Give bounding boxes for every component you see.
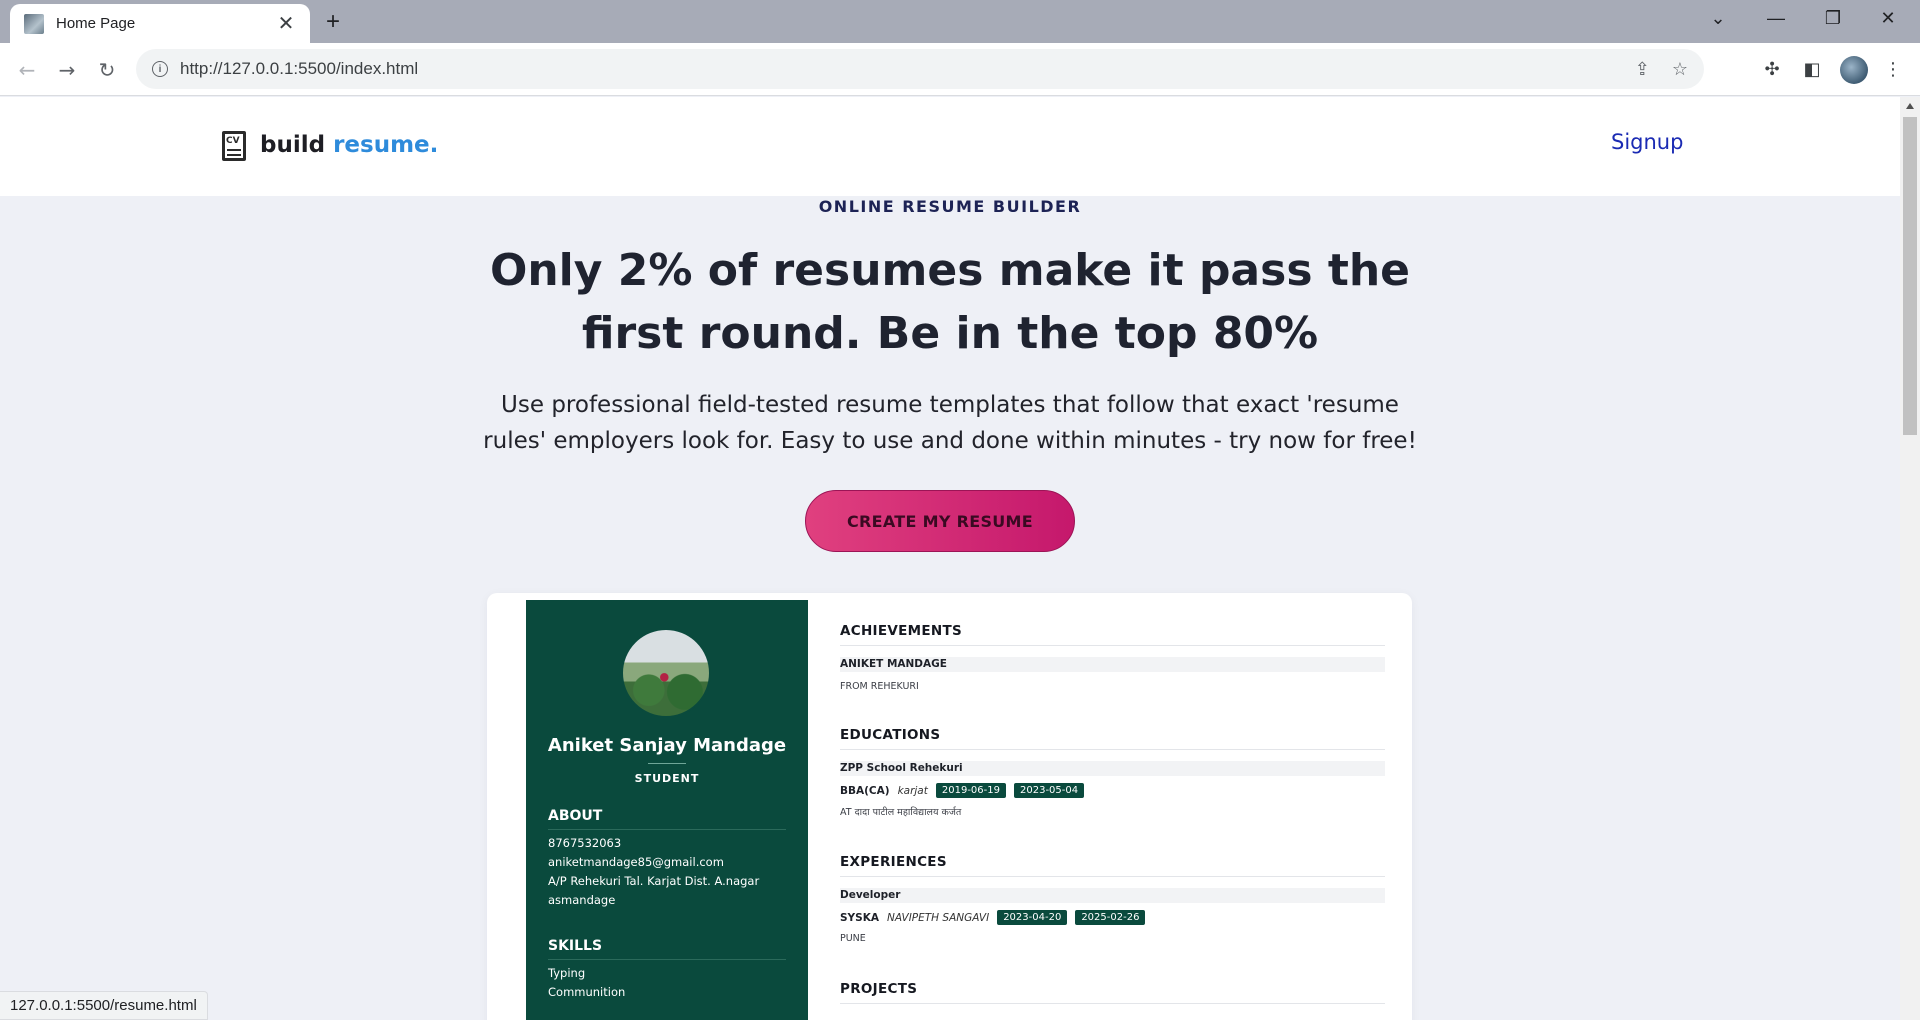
site-info-icon[interactable]: i xyxy=(152,61,168,77)
tab-search-icon[interactable]: ⌄ xyxy=(1703,6,1733,30)
section-divider xyxy=(840,876,1385,877)
profile-avatar[interactable] xyxy=(1840,56,1868,84)
education-degree: BBA(CA) xyxy=(840,784,890,797)
address-bar-url[interactable]: http://127.0.0.1:5500/index.html xyxy=(180,59,1613,79)
experience-end-date: 2025-02-26 xyxy=(1075,910,1146,925)
page-scrollbar[interactable] xyxy=(1900,97,1920,1020)
about-divider xyxy=(548,829,786,830)
tab-title: Home Page xyxy=(56,15,136,32)
experience-line: SYSKA NAVIPETH SANGAVI 2023-04-20 2025-0… xyxy=(840,910,1146,925)
link-status-bubble: 127.0.0.1:5500/resume.html xyxy=(0,991,208,1020)
logo-accent: resume. xyxy=(333,132,439,158)
close-tab-icon[interactable]: ✕ xyxy=(276,14,296,34)
educations-heading: EDUCATIONS xyxy=(840,727,941,743)
forward-icon[interactable]: → xyxy=(52,55,82,85)
achievement-title: ANIKET MANDAGE xyxy=(840,657,1385,672)
resume-role: STUDENT xyxy=(634,772,700,785)
menu-dots-icon[interactable]: ⋮ xyxy=(1880,57,1906,83)
cv-document-icon: CV xyxy=(220,129,250,161)
about-heading: ABOUT xyxy=(548,808,603,824)
restore-icon[interactable]: ❐ xyxy=(1818,6,1848,30)
hero-eyebrow: ONLINE RESUME BUILDER xyxy=(818,197,1082,216)
experiences-heading: EXPERIENCES xyxy=(840,854,947,870)
resume-photo xyxy=(621,628,711,718)
scroll-up-icon[interactable] xyxy=(1906,103,1914,109)
experience-company: SYSKA xyxy=(840,911,879,924)
skills-divider xyxy=(548,959,786,960)
about-email: aniketmandage85@gmail.com xyxy=(548,855,724,869)
site-logo[interactable]: CV build resume. xyxy=(220,129,438,161)
experience-detail: PUNE xyxy=(840,933,866,944)
new-tab-button[interactable]: + xyxy=(326,10,340,34)
experience-title: Developer xyxy=(840,888,1385,903)
hero-title: Only 2% of resumes make it pass the firs… xyxy=(489,245,1411,359)
favicon-icon xyxy=(24,13,44,34)
create-resume-button[interactable]: CREATE MY RESUME xyxy=(805,490,1075,552)
about-address: A/P Rehekuri Tal. Karjat Dist. A.nagar xyxy=(548,874,760,888)
window-close-icon[interactable]: ✕ xyxy=(1873,6,1903,30)
skills-heading: SKILLS xyxy=(548,938,603,954)
education-place: karjat xyxy=(897,784,928,797)
side-panel-icon[interactable]: ◧ xyxy=(1799,57,1825,83)
education-end-date: 2023-05-04 xyxy=(1014,783,1085,798)
education-school: ZPP School Rehekuri xyxy=(840,761,1385,776)
address-bar[interactable]: i http://127.0.0.1:5500/index.html ⇪ ☆ xyxy=(136,49,1704,89)
logo-text: build resume. xyxy=(260,132,438,158)
section-divider xyxy=(840,645,1385,646)
experience-place: NAVIPETH SANGAVI xyxy=(887,911,990,924)
site-header: CV build resume. Signup xyxy=(0,97,1900,196)
browser-toolbar: ← → ↻ i http://127.0.0.1:5500/index.html… xyxy=(0,43,1920,96)
education-line: BBA(CA) karjat 2019-06-19 2023-05-04 xyxy=(840,783,1085,798)
resume-preview[interactable]: Aniket Sanjay Mandage STUDENT ABOUT 8767… xyxy=(487,593,1412,1020)
achievement-detail: FROM REHEKURI xyxy=(840,681,919,692)
hero-subtitle: Use professional field-tested resume tem… xyxy=(483,392,1417,454)
achievements-heading: ACHIEVEMENTS xyxy=(840,623,963,639)
section-divider xyxy=(840,1003,1385,1004)
minimize-icon[interactable]: — xyxy=(1761,6,1791,30)
section-divider xyxy=(840,749,1385,750)
share-icon[interactable]: ⇪ xyxy=(1635,59,1650,80)
about-username: asmandage xyxy=(548,893,616,907)
resume-sidebar: Aniket Sanjay Mandage STUDENT ABOUT 8767… xyxy=(526,600,808,1020)
page-viewport: CV build resume. Signup ONLINE RESUME BU… xyxy=(0,97,1900,1020)
browser-tab[interactable]: Home Page ✕ xyxy=(10,4,310,43)
education-detail: AT दादा पाटील महाविद्यालय कर्जत xyxy=(840,807,962,818)
skill-item: Communition xyxy=(548,985,626,999)
extensions-icon[interactable]: ✣ xyxy=(1759,57,1785,83)
name-divider xyxy=(648,763,686,764)
reload-icon[interactable]: ↻ xyxy=(92,55,122,85)
scrollbar-thumb[interactable] xyxy=(1903,117,1917,435)
experience-start-date: 2023-04-20 xyxy=(997,910,1068,925)
resume-name: Aniket Sanjay Mandage xyxy=(547,735,787,756)
skill-item: Typing xyxy=(548,966,586,980)
education-start-date: 2019-06-19 xyxy=(935,783,1006,798)
browser-tab-strip: Home Page ✕ + ⌄ — ❐ ✕ xyxy=(0,0,1920,43)
about-phone: 8767532063 xyxy=(548,836,622,850)
signup-link[interactable]: Signup xyxy=(1611,130,1683,154)
back-icon[interactable]: ← xyxy=(12,55,42,85)
projects-heading: PROJECTS xyxy=(840,981,918,997)
bookmark-star-icon[interactable]: ☆ xyxy=(1672,59,1688,80)
logo-word: build xyxy=(260,132,334,158)
